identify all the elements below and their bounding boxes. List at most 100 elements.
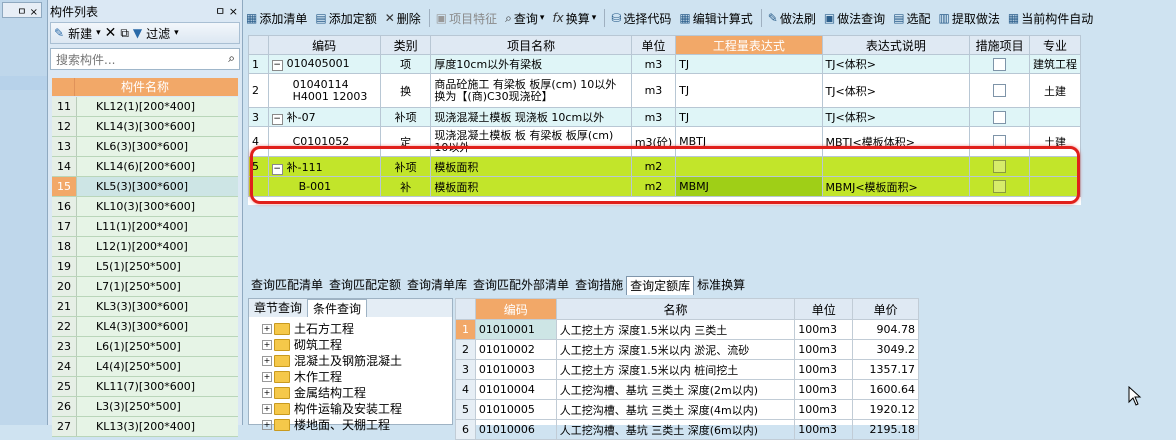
table-row[interactable]: 4 01010004 人工挖沟槽、基坑 三类土 深度(2m以内) 100m3 1600.…: [455, 379, 919, 400]
table-row[interactable]: 1 01010001 人工挖土方 深度1.5米以内 三类土 100m3 904.78: [455, 319, 919, 340]
column-header[interactable]: 单价: [852, 298, 919, 320]
column-header[interactable]: 单位: [630, 35, 677, 55]
table-row[interactable]: 2 01040114 H4001 12003 换 商品砼施工 有梁板 板厚(cm…: [248, 73, 1082, 108]
collapse-toggle[interactable]: −: [271, 60, 283, 71]
table-row-highlighted[interactable]: B-001 补 模板面积 m2 MBMJ MBMJ<模板面积>: [248, 176, 1082, 197]
column-header[interactable]: 单位: [794, 298, 854, 320]
column-header[interactable]: 表达式说明: [821, 35, 971, 55]
tab-condition-query[interactable]: 条件查询: [307, 299, 368, 317]
method-query-button[interactable]: ▣ 做法查询: [824, 10, 885, 27]
column-header[interactable]: 专业: [1028, 35, 1082, 55]
list-item[interactable]: 12 KL14(3)[300*600]: [52, 117, 238, 137]
delete-button[interactable]: ✕ 删除: [385, 10, 421, 27]
tab-chapter-query[interactable]: 章节查询: [249, 299, 307, 317]
list-item[interactable]: 19 L5(1)[250*500]: [52, 257, 238, 277]
column-header[interactable]: 类别: [379, 35, 432, 55]
expand-icon[interactable]: +: [262, 356, 272, 366]
column-header[interactable]: 项目名称: [430, 35, 632, 55]
list-item[interactable]: 24 L4(4)[250*500]: [52, 357, 238, 377]
expand-icon[interactable]: +: [262, 372, 272, 382]
tree-item[interactable]: + 木作工程: [249, 369, 452, 385]
list-item[interactable]: 27 KL13(3)[200*400]: [52, 417, 238, 437]
list-item[interactable]: 20 L7(1)[250*500]: [52, 277, 238, 297]
search-icon[interactable]: ⌕: [228, 51, 235, 66]
tree-item[interactable]: + 楼地面、天棚工程: [249, 417, 452, 433]
expand-icon[interactable]: +: [262, 404, 272, 414]
list-item[interactable]: 22 KL4(3)[300*600]: [52, 317, 238, 337]
list-item[interactable]: 14 KL14(6)[200*600]: [52, 157, 238, 177]
search-input[interactable]: [54, 50, 218, 70]
filter-button[interactable]: 过滤: [146, 25, 170, 42]
list-item[interactable]: 21 KL3(3)[300*600]: [52, 297, 238, 317]
column-header-selected[interactable]: 编码: [474, 298, 557, 320]
expression-cell-active[interactable]: MBMJ: [675, 176, 823, 197]
list-item[interactable]: 16 KL10(3)[300*600]: [52, 197, 238, 217]
pin-close-buttons[interactable]: ㅁ ×: [2, 2, 42, 18]
method-grid: 编码 类别 项目名称 单位 工程量表达式 表达式说明 措施项目 专业 1 −01…: [248, 35, 1082, 205]
tab-list-library[interactable]: 查询清单库: [404, 276, 470, 294]
tree-item[interactable]: + 砌筑工程: [249, 337, 452, 353]
list-item[interactable]: 25 KL11(7)[300*600]: [52, 377, 238, 397]
tab-match-list[interactable]: 查询匹配清单: [248, 276, 326, 294]
table-row[interactable]: 2 01010002 人工挖土方 深度1.5米以内 淤泥、流砂 100m3 3049.2: [455, 339, 919, 360]
edit-formula-button[interactable]: ▦ 编辑计算式: [679, 10, 752, 27]
tree-item[interactable]: + 构件运输及安装工程: [249, 401, 452, 417]
expand-icon[interactable]: +: [262, 420, 272, 430]
expand-icon[interactable]: +: [262, 388, 272, 398]
measure-checkbox[interactable]: [993, 84, 1007, 98]
measure-checkbox[interactable]: [993, 135, 1007, 149]
table-row[interactable]: 1 −010405001 项 厚度10cm以外有梁板 m3 TJ TJ<体积> …: [248, 54, 1082, 74]
table-row[interactable]: 5 01010005 人工挖沟槽、基坑 三类土 深度(4m以内) 100m3 1920.…: [455, 399, 919, 420]
add-list-icon: ▦: [246, 11, 258, 25]
delete-icon[interactable]: ✕: [105, 25, 117, 41]
add-list-button[interactable]: ▦ 添加清单: [246, 10, 307, 27]
table-row[interactable]: 3 01010003 人工挖土方 深度1.5米以内 桩间挖土 100m3 1357.17: [455, 359, 919, 380]
column-header-selected[interactable]: 工程量表达式: [675, 35, 823, 55]
tree-item[interactable]: + 土石方工程: [249, 321, 452, 337]
measure-checkbox[interactable]: [993, 180, 1007, 194]
measure-checkbox[interactable]: [993, 160, 1007, 174]
add-quota-button[interactable]: ▤ 添加定额: [315, 10, 376, 27]
tab-match-quota[interactable]: 查询匹配定额: [326, 276, 404, 294]
list-item[interactable]: 26 L3(3)[250*500]: [52, 397, 238, 417]
copy-icon[interactable]: ⧉: [120, 26, 129, 41]
chevron-down-icon[interactable]: ▾: [174, 28, 179, 38]
list-item[interactable]: 13 KL6(3)[300*600]: [52, 137, 238, 157]
list-item[interactable]: 23 L6(1)[250*500]: [52, 337, 238, 357]
list-item-selected[interactable]: 15 KL5(3)[300*600]: [52, 177, 238, 197]
tree-item[interactable]: + 金属结构工程: [249, 385, 452, 401]
collapse-toggle[interactable]: −: [271, 163, 283, 175]
convert-button[interactable]: fx 换算 ▾: [552, 10, 596, 27]
select-code-button[interactable]: ⛁ 选择代码: [611, 10, 671, 27]
column-header[interactable]: 编码: [267, 35, 381, 55]
table-row-highlighted[interactable]: 5 − 补-111 补项 模板面积 m2: [248, 156, 1082, 177]
current-component-button[interactable]: ▦ 当前构件自动: [1008, 10, 1093, 27]
extract-method-button[interactable]: ▥ 提取做法: [939, 10, 1000, 27]
new-icon: ✎: [54, 26, 65, 40]
query-button[interactable]: ⌕ 查询 ▾: [505, 10, 544, 27]
tree-item[interactable]: + 混凝土及钢筋混凝土: [249, 353, 452, 369]
select-match-button[interactable]: ▤ 选配: [893, 10, 930, 27]
expand-icon[interactable]: +: [262, 324, 272, 334]
column-header[interactable]: 名称: [555, 298, 796, 320]
tab-standard-convert[interactable]: 标准换算: [694, 276, 748, 294]
list-item[interactable]: 18 L12(1)[200*400]: [52, 237, 238, 257]
collapse-toggle[interactable]: −: [271, 114, 283, 125]
table-row[interactable]: 3 − 补-07 补项 现浇混凝土模板 现浇板 10cm以外 m3 TJ TJ<体…: [248, 107, 1082, 127]
method-brush-button[interactable]: ✎ 做法刷: [768, 10, 816, 27]
tab-external-list[interactable]: 查询匹配外部清单: [470, 276, 572, 294]
pin-close-buttons[interactable]: ㅁ ×: [215, 3, 238, 19]
list-item[interactable]: 17 L11(1)[200*400]: [52, 217, 238, 237]
table-row[interactable]: 6 01010006 人工挖沟槽、基坑 三类土 深度(6m以内) 100m3 2195.…: [455, 419, 919, 440]
item-feature-button[interactable]: ▣ 项目特征: [436, 10, 497, 27]
tab-measures[interactable]: 查询措施: [572, 276, 626, 294]
table-row[interactable]: 4 C0101052 定 现浇混凝土模板 板 有梁板 板厚(cm) 10以外 m…: [248, 126, 1082, 157]
expand-icon[interactable]: +: [262, 340, 272, 350]
measure-checkbox[interactable]: [993, 57, 1007, 71]
chevron-down-icon[interactable]: ▾: [96, 28, 101, 38]
tab-quota-library[interactable]: 查询定额库: [626, 276, 695, 295]
column-header[interactable]: 措施项目: [969, 35, 1030, 55]
new-button[interactable]: 新建: [68, 25, 92, 42]
measure-checkbox[interactable]: [993, 110, 1007, 124]
list-item[interactable]: 11 KL12(1)[200*400]: [52, 97, 238, 117]
